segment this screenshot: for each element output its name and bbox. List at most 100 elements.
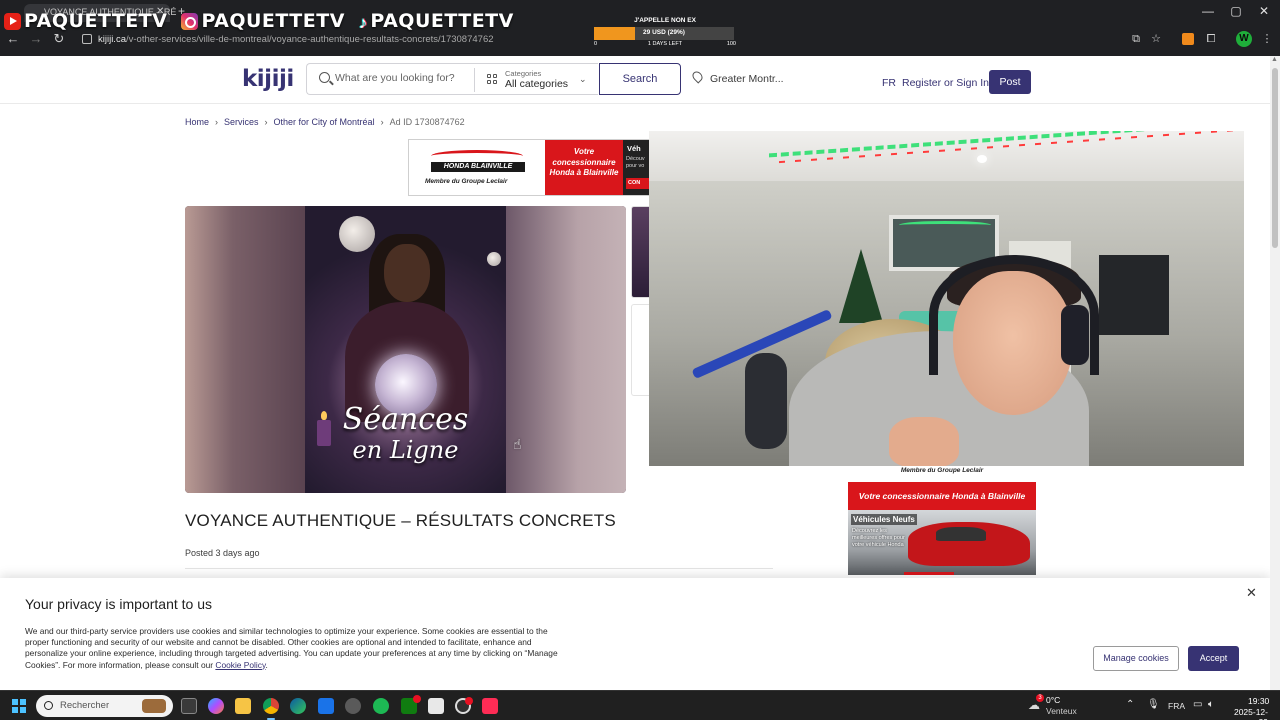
side-ad-top-text: Membre du Groupe Leclair [848, 466, 1036, 482]
mouse-cursor-icon: ☝ [513, 436, 522, 452]
site-header: kijiji What are you looking for? Categor… [0, 56, 1270, 104]
ad-cta-button[interactable]: CON [626, 178, 649, 189]
language-toggle[interactable]: FR [882, 77, 896, 89]
ad-subtitle: Membre du Groupe Leclair [425, 178, 508, 185]
edge-icon[interactable] [290, 698, 306, 714]
ad-dark-panel: Véh Découv pour vo CON [623, 140, 649, 195]
taskbar-search-text: Rechercher [60, 700, 110, 711]
ad-red-panel: Votre concessionnaire Honda à Blainville [545, 140, 623, 195]
breadcrumb-category[interactable]: Other for City of Montréal [274, 117, 375, 127]
breadcrumb-home[interactable]: Home [185, 117, 209, 127]
search-bar: What are you looking for? Categories All… [306, 63, 598, 95]
side-ad-red-text: Votre concessionnaire Honda à Blainville [848, 482, 1036, 510]
moon-icon [487, 252, 501, 266]
store-icon[interactable] [428, 698, 444, 714]
mail-icon[interactable] [318, 698, 334, 714]
location-pin-icon [690, 69, 705, 84]
gallery-thumbnail[interactable] [631, 304, 651, 396]
location-selector[interactable]: Greater Montr... [710, 73, 784, 85]
post-ad-button[interactable]: Post [989, 70, 1031, 94]
task-view-icon[interactable] [181, 698, 197, 714]
search-input[interactable]: What are you looking for? [335, 72, 475, 84]
copilot-icon[interactable] [208, 698, 224, 714]
categories-select[interactable]: All categories [505, 78, 568, 90]
kijiji-logo[interactable]: kijiji [242, 66, 294, 92]
forward-icon[interactable]: → [28, 31, 44, 46]
moon-icon [339, 216, 375, 252]
weather-icon[interactable]: ☁ 3 [1028, 694, 1044, 712]
chrome-icon[interactable] [263, 698, 279, 720]
volume-icon[interactable]: 🔈︎ [1208, 699, 1214, 710]
webcam-overlay [649, 131, 1244, 466]
battery-icon[interactable]: ▭ [1193, 699, 1202, 710]
scroll-up-icon[interactable]: ▲ [1271, 56, 1278, 63]
rss-icon[interactable] [1182, 33, 1194, 45]
posted-date: Posted 3 days ago [185, 548, 260, 558]
scrollbar[interactable]: ▲ [1270, 56, 1280, 690]
microphone-icon[interactable]: 🎙︎ [1147, 699, 1160, 710]
menu-icon[interactable]: ⋮ [1260, 32, 1274, 46]
start-button[interactable] [12, 699, 26, 713]
star-icon[interactable]: ☆ [1149, 32, 1163, 46]
privacy-title: Your privacy is important to us [25, 596, 213, 612]
search-button[interactable]: Search [599, 63, 681, 95]
scroll-thumb[interactable] [1272, 68, 1278, 248]
obs-icon[interactable] [455, 697, 473, 714]
close-icon[interactable]: ✕ [1246, 585, 1257, 601]
clock-date[interactable]: 2025-12-29 [1226, 707, 1268, 720]
instagram-icon [181, 12, 199, 30]
breadcrumb-services[interactable]: Services [224, 117, 259, 127]
breadcrumb: Home › Services › Other for City of Mont… [185, 117, 465, 127]
cookie-policy-link[interactable]: Cookie Policy [215, 660, 265, 670]
language-indicator[interactable]: FRA [1168, 701, 1185, 711]
tv [1099, 255, 1169, 335]
register-sign-in-link[interactable]: Register or Sign In [902, 77, 989, 89]
settings-icon[interactable] [345, 698, 361, 714]
privacy-text: We and our third-party service providers… [25, 626, 558, 670]
back-icon[interactable]: ← [5, 31, 21, 46]
minimize-button[interactable]: — [1198, 4, 1218, 18]
chevron-right-icon: › [215, 117, 219, 127]
led-strip [899, 221, 991, 229]
tray-chevron-icon[interactable]: ⌃ [1126, 699, 1134, 710]
spotify-icon[interactable] [373, 698, 389, 714]
file-explorer-icon[interactable] [235, 698, 251, 714]
clock-time[interactable]: 19:30 [1248, 696, 1269, 706]
ad-dark-title: Véh [627, 144, 641, 153]
weather-desc[interactable]: Venteux [1046, 706, 1077, 716]
privacy-tail: . [265, 659, 268, 670]
listing-main-image[interactable]: Séances en Ligne [185, 206, 626, 493]
image-caption-line2: en Ligne [352, 436, 459, 464]
search-highlight-icon [142, 699, 166, 713]
honda-ad-banner[interactable]: HONDA BLAINVILLE Membre du Groupe Leclai… [408, 139, 650, 196]
url-text[interactable]: kijiji.ca/v-other-services/ville-de-mont… [98, 34, 494, 45]
goal-title: J'APPELLE NON EX [634, 17, 696, 24]
windows-taskbar: Rechercher ☁ 3 0°C Venteux ⌃ 🎙︎ FRA ▭ 🔈︎ … [0, 690, 1280, 720]
ad-logo: HONDA BLAINVILLE Membre du Groupe Leclai… [409, 140, 545, 195]
weather-temp[interactable]: 0°C [1046, 695, 1060, 705]
xbox-icon[interactable] [401, 695, 421, 714]
maximize-button[interactable]: ▢ [1226, 4, 1246, 18]
close-window-button[interactable]: ✕ [1254, 4, 1274, 18]
reload-icon[interactable]: ↻ [51, 31, 67, 47]
chevron-down-icon[interactable]: ⌄ [579, 74, 587, 85]
side-honda-ad[interactable]: Membre du Groupe Leclair Votre concessio… [848, 466, 1036, 575]
chevron-right-icon: › [264, 117, 268, 127]
search-icon [44, 701, 53, 710]
search-icon [319, 72, 330, 83]
gallery-thumbnail[interactable] [631, 206, 651, 298]
accept-button[interactable]: Accept [1188, 646, 1239, 671]
cast-icon[interactable]: ⧉ [1129, 32, 1143, 46]
profile-avatar[interactable]: W [1236, 31, 1252, 47]
tiktok-live-icon[interactable] [482, 698, 498, 714]
ad-dark-text: Découv pour vo [626, 156, 645, 169]
side-ad-small: Découvrez les meilleures offres pour vot… [852, 528, 905, 548]
address-bar[interactable]: kijiji.ca/v-other-services/ville-de-mont… [76, 29, 1170, 51]
taskbar-search[interactable]: Rechercher [36, 695, 173, 717]
site-info-icon[interactable] [82, 34, 92, 44]
divider [185, 568, 773, 569]
extensions-icon[interactable]: ⧠ [1204, 32, 1218, 46]
manage-cookies-button[interactable]: Manage cookies [1093, 646, 1179, 671]
car-outline-icon [431, 150, 523, 162]
streamer-hand [889, 417, 959, 466]
